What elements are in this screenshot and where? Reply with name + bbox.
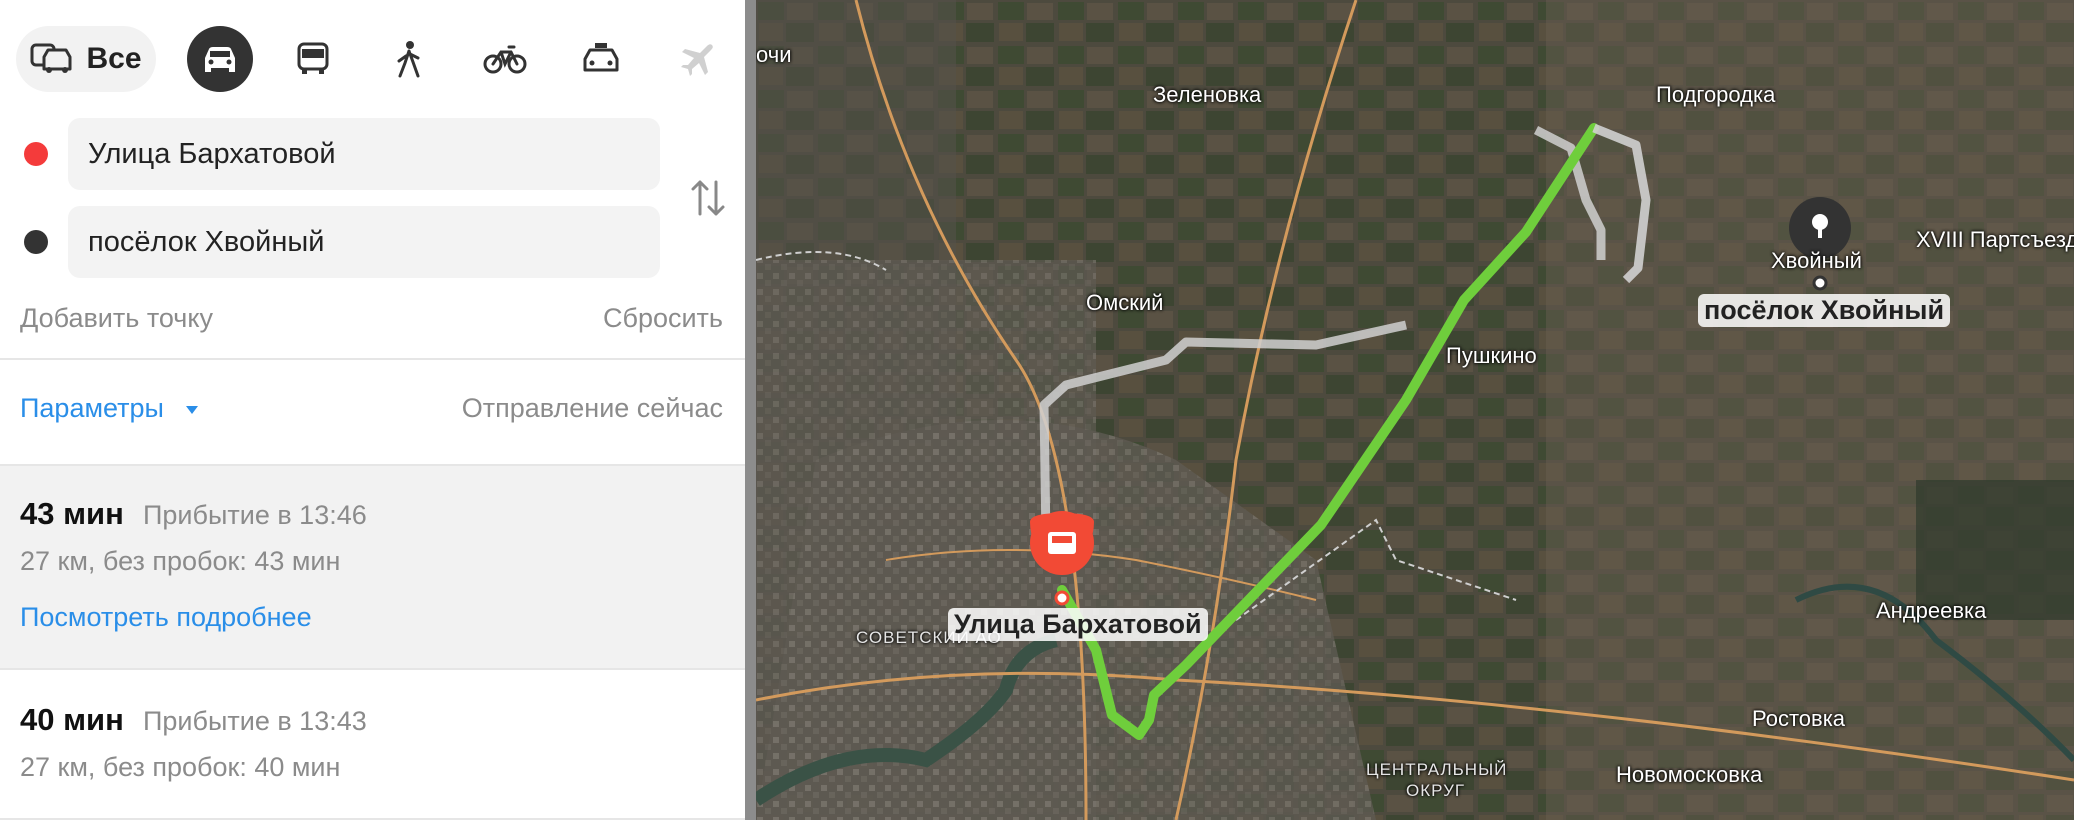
map-label: очи	[756, 42, 792, 67]
add-point-button[interactable]: Добавить точку	[20, 303, 213, 334]
start-point-label: Улица Бархатовой	[948, 608, 1208, 641]
to-field[interactable]: посёлок Хвойный	[68, 206, 660, 278]
route-sidebar: Все Улица Бархатовой посёлок Хвойный Доб…	[0, 0, 745, 820]
bicycle-icon	[483, 45, 527, 74]
start-point-dot	[24, 142, 48, 166]
map-label: Андреевка	[1876, 598, 1987, 623]
map-label: XVIII Партсъезд	[1916, 227, 2074, 252]
sidebar-scrollbar[interactable]	[745, 0, 756, 820]
mode-plane-button[interactable]	[664, 26, 730, 92]
route-option-2[interactable]: 40 мин Прибытие в 13:43 27 км, без пробо…	[0, 670, 745, 820]
pedestrian-icon	[397, 41, 420, 78]
map-view[interactable]: очи Зеленовка Подгородка Омский Пушкино …	[756, 0, 2074, 820]
mode-taxi-button[interactable]	[568, 26, 634, 92]
route-details: 27 км, без пробок: 40 мин	[20, 752, 341, 782]
car-bus-icon	[30, 43, 72, 73]
map-label: Подгородка	[1656, 82, 1776, 107]
mode-car-button[interactable]	[187, 26, 253, 92]
route-duration: 40 мин	[20, 702, 124, 737]
satellite-map	[756, 0, 2074, 820]
chevron-down-icon	[186, 405, 199, 414]
mode-all-label: Все	[86, 42, 142, 75]
end-point-dot	[24, 230, 48, 254]
from-field[interactable]: Улица Бархатовой	[68, 118, 660, 190]
bus-icon	[297, 42, 329, 74]
route-duration: 43 мин	[20, 496, 124, 531]
map-label: Хвойный	[1771, 248, 1862, 273]
route-option-1[interactable]: 43 мин Прибытие в 13:46 27 км, без пробо…	[0, 466, 745, 668]
car-icon	[205, 47, 235, 72]
route-arrival: Прибытие в 13:43	[143, 706, 367, 736]
departure-time-button[interactable]: Отправление сейчас	[462, 393, 723, 424]
mode-all-button[interactable]: Все	[16, 26, 156, 92]
map-label: Пушкино	[1446, 343, 1537, 368]
mode-bicycle-button[interactable]	[472, 26, 538, 92]
route-more-link[interactable]: Посмотреть подробнее	[20, 602, 312, 633]
params-label: Параметры	[20, 393, 164, 423]
route-arrival: Прибытие в 13:46	[143, 500, 367, 530]
map-label: Ростовка	[1752, 706, 1846, 731]
end-point-label: посёлок Хвойный	[1698, 294, 1951, 327]
map-label: Омский	[1086, 290, 1164, 315]
map-label: Зеленовка	[1153, 82, 1262, 107]
params-button[interactable]: Параметры	[20, 393, 199, 424]
mode-transit-button[interactable]	[280, 26, 346, 92]
mode-walk-button[interactable]	[376, 26, 442, 92]
swap-points-icon[interactable]	[690, 178, 726, 218]
district-label: ОКРУГ	[1406, 781, 1466, 800]
taxi-icon	[583, 43, 619, 72]
route-details: 27 км, без пробок: 43 мин	[20, 546, 341, 576]
divider	[0, 358, 745, 360]
map-label: Новомосковка	[1616, 762, 1763, 787]
reset-button[interactable]: Сбросить	[603, 303, 723, 334]
district-label: ЦЕНТРАЛЬНЫЙ	[1366, 760, 1508, 779]
plane-icon	[681, 44, 713, 76]
